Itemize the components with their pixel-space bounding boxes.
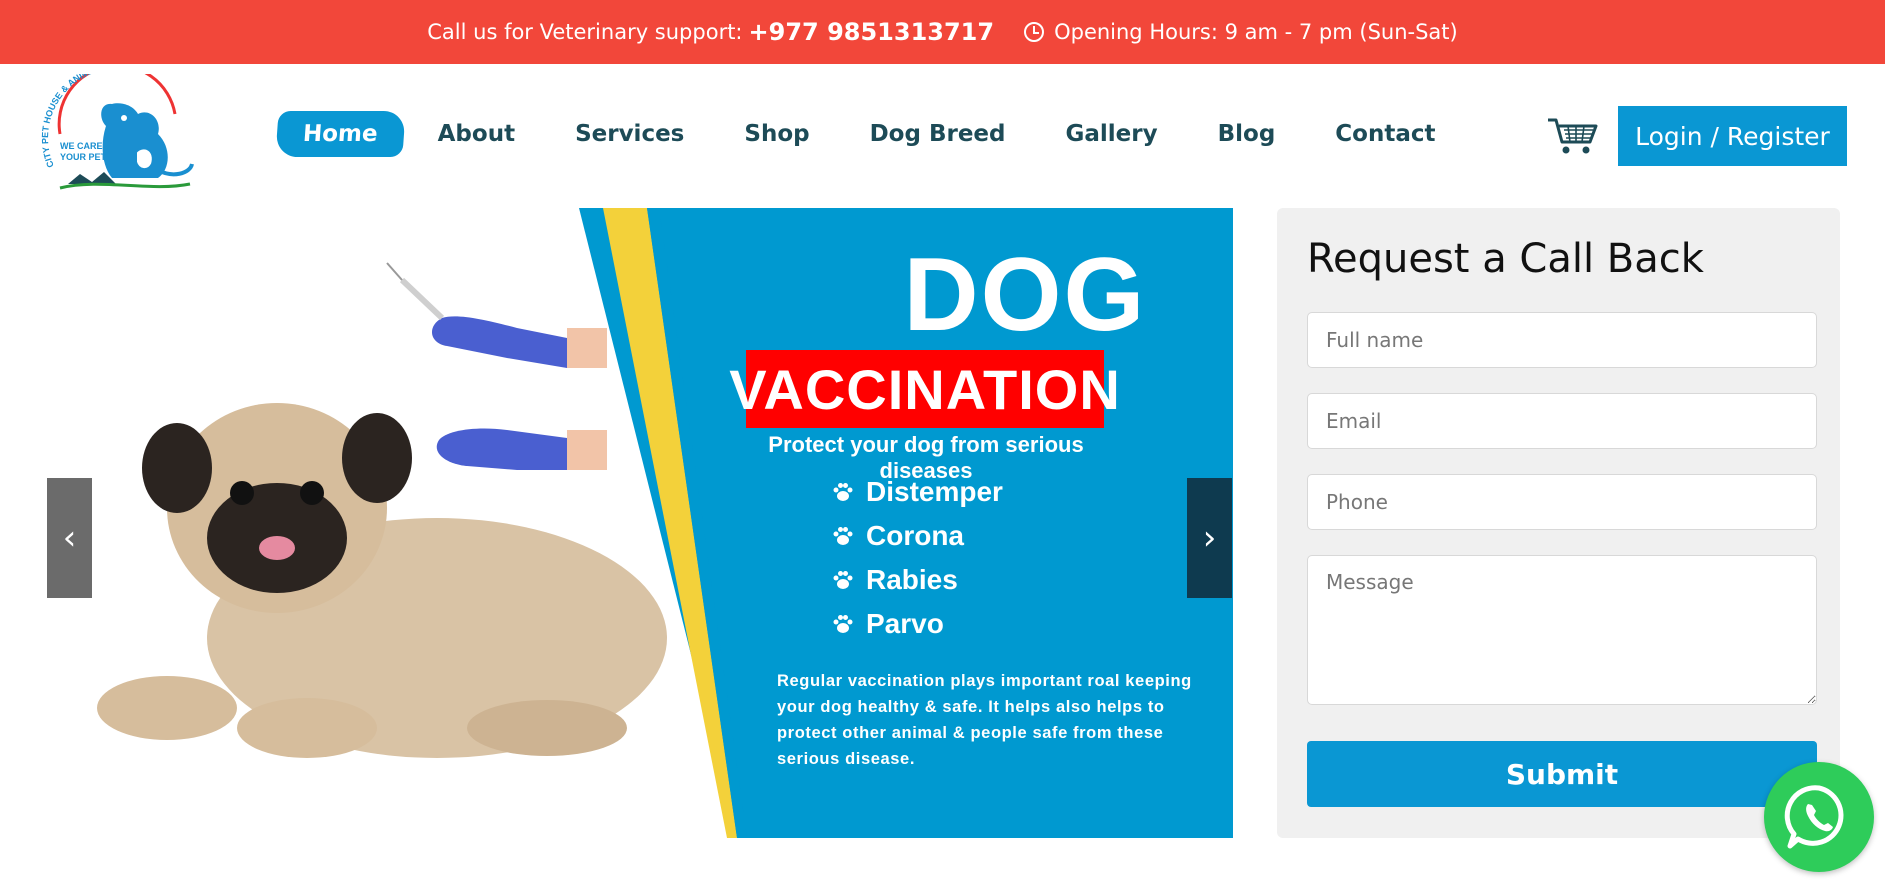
site-header: WE CARE YOUR PET CITY PET HOUSE & ANIMAL… — [0, 64, 1885, 208]
disease-list: Distemper Corona Rabies Parvo — [832, 470, 1003, 646]
nav-services[interactable]: Services — [575, 111, 684, 157]
slider-prev-button[interactable]: ‹ — [47, 478, 92, 598]
phone-input[interactable] — [1307, 474, 1817, 530]
paw-icon — [833, 615, 853, 633]
message-textarea[interactable] — [1307, 555, 1817, 705]
disease-name: Parvo — [866, 608, 944, 639]
clock-icon — [1024, 22, 1045, 42]
nav-blog[interactable]: Blog — [1218, 111, 1276, 157]
login-register-button[interactable]: Login / Register — [1618, 106, 1847, 166]
clinic-logo[interactable]: WE CARE YOUR PET CITY PET HOUSE & ANIMAL… — [40, 74, 200, 200]
submit-button[interactable]: Submit — [1307, 741, 1817, 807]
nav-home[interactable]: Home — [275, 111, 406, 157]
paw-icon — [833, 483, 853, 501]
nav-gallery[interactable]: Gallery — [1066, 111, 1158, 157]
list-item: Distemper — [832, 470, 1003, 514]
logo-tagline-1: WE CARE — [60, 141, 103, 151]
paw-icon — [833, 527, 853, 545]
whatsapp-chat-button[interactable] — [1764, 762, 1874, 872]
email-input[interactable] — [1307, 393, 1817, 449]
nav-dog-breed[interactable]: Dog Breed — [870, 111, 1006, 157]
hero-slider: DOG VACCINATION Protect your dog from se… — [47, 208, 1233, 838]
opening-hours: Opening Hours: 9 am - 7 pm (Sun-Sat) — [1054, 20, 1458, 44]
list-item: Rabies — [832, 558, 1003, 602]
nav-about[interactable]: About — [438, 111, 515, 157]
slider-next-button[interactable]: › — [1187, 478, 1232, 598]
callback-form: Request a Call Back Submit — [1277, 208, 1840, 838]
nav-contact[interactable]: Contact — [1335, 111, 1435, 157]
paw-icon — [833, 571, 853, 589]
slide-description: Regular vaccination plays important roal… — [777, 672, 1192, 768]
disease-name: Corona — [866, 520, 964, 551]
slide-title: DOG — [903, 237, 1147, 353]
disease-name: Rabies — [866, 564, 958, 595]
logo-tagline-2: YOUR PET — [60, 152, 107, 162]
chevron-right-icon: › — [1202, 518, 1217, 558]
chevron-left-icon: ‹ — [62, 518, 77, 558]
list-item: Parvo — [832, 602, 1003, 646]
nav-shop[interactable]: Shop — [744, 111, 809, 157]
slide-banner-label: VACCINATION — [729, 350, 1120, 428]
fullname-input[interactable] — [1307, 312, 1817, 368]
slide-content: DOG VACCINATION Protect your dog from se… — [47, 208, 1233, 838]
support-label: Call us for Veterinary support: — [427, 20, 743, 44]
whatsapp-icon — [1784, 785, 1844, 849]
support-phone-link[interactable]: +977 9851313717 — [749, 18, 995, 46]
shopping-cart-icon[interactable] — [1546, 116, 1598, 156]
top-info-bar: Call us for Veterinary support: +977 985… — [0, 0, 1885, 64]
main-nav: Home About Services Shop Dog Breed Galle… — [275, 111, 1496, 157]
list-item: Corona — [832, 514, 1003, 558]
callback-title: Request a Call Back — [1307, 236, 1704, 282]
disease-name: Distemper — [866, 476, 1003, 507]
